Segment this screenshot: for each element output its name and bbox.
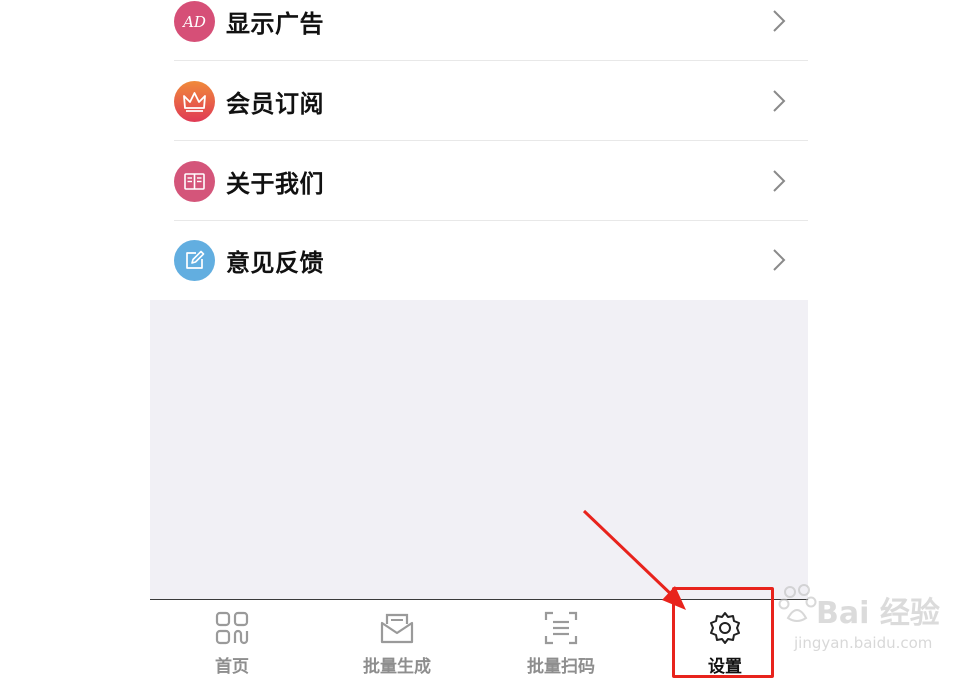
crown-icon (174, 80, 215, 122)
tab-label: 批量生成 (363, 657, 431, 677)
watermark-url: jingyan.baidu.com (794, 634, 933, 652)
tab-home[interactable]: 首页 (172, 600, 292, 680)
scan-icon (544, 611, 578, 645)
envelope-icon (380, 613, 414, 644)
watermark-text: Bai 经验 (816, 596, 940, 631)
gear-icon (710, 612, 740, 644)
settings-menu-list: AD 显示广告 会员订阅 关于我们 意见反馈 (150, 0, 808, 300)
tab-label: 首页 (215, 657, 249, 677)
svg-text:AD: AD (181, 13, 206, 31)
tab-batch-scan[interactable]: 批量扫码 (501, 600, 621, 680)
screen: AD 显示广告 会员订阅 关于我们 意见反馈 首页 批量生成 批量扫码 设置 B… (0, 0, 960, 680)
menu-item-label: 显示广告 (226, 9, 324, 38)
ad-icon: AD (174, 0, 215, 42)
menu-item-about-us[interactable]: 关于我们 (174, 141, 808, 221)
book-icon (174, 160, 215, 202)
menu-item-feedback[interactable]: 意见反馈 (174, 220, 808, 300)
menu-item-show-ads[interactable]: AD 显示广告 (174, 0, 808, 61)
grid-icon (215, 611, 249, 645)
chevron-right-icon (773, 10, 786, 32)
menu-item-label: 意见反馈 (226, 248, 324, 277)
menu-item-label: 会员订阅 (226, 89, 324, 118)
tab-label: 设置 (708, 657, 742, 677)
chevron-right-icon (773, 90, 786, 112)
chevron-right-icon (773, 249, 786, 271)
empty-content-area (150, 300, 808, 599)
tab-batch-generate[interactable]: 批量生成 (337, 600, 457, 680)
tab-label: 批量扫码 (527, 657, 595, 677)
settings-page: AD 显示广告 会员订阅 关于我们 意见反馈 首页 批量生成 批量扫码 设置 (150, 0, 808, 680)
tab-settings[interactable]: 设置 (665, 600, 785, 680)
menu-item-membership[interactable]: 会员订阅 (174, 61, 808, 141)
chevron-right-icon (773, 170, 786, 192)
menu-item-label: 关于我们 (226, 169, 324, 198)
edit-icon (174, 239, 215, 281)
bottom-tab-bar: 首页 批量生成 批量扫码 设置 (150, 599, 808, 680)
